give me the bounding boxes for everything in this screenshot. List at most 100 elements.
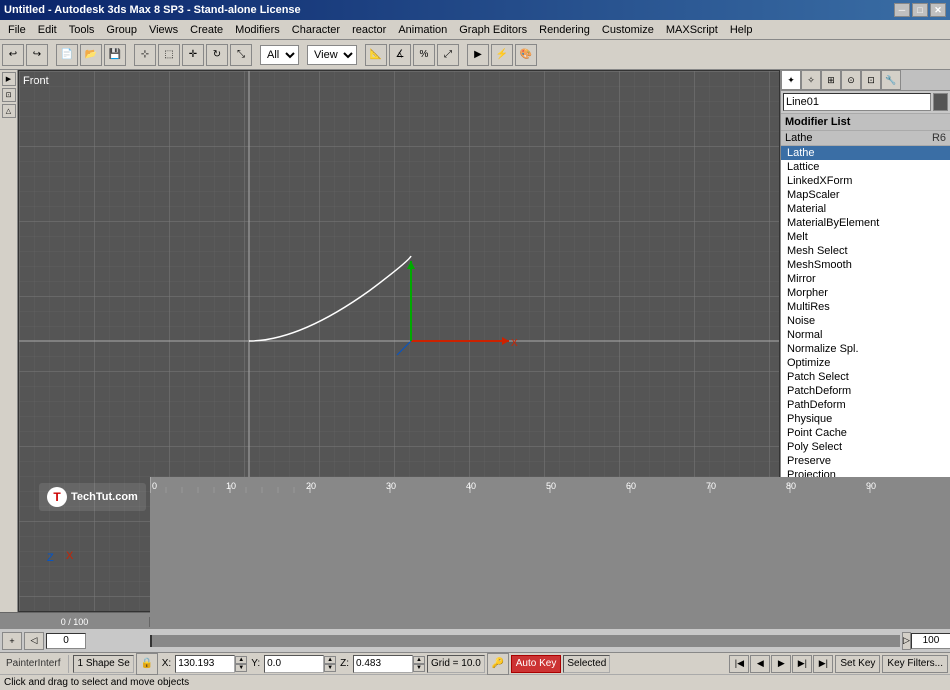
redo-button[interactable]: ↪	[26, 44, 48, 66]
save-button[interactable]: 💾	[104, 44, 126, 66]
modifier-list-item-14[interactable]: Normalize Spl.	[781, 342, 950, 356]
modifier-list-item-6[interactable]: Melt	[781, 230, 950, 244]
x-down[interactable]: ▼	[235, 664, 247, 672]
menu-item-help[interactable]: Help	[724, 22, 759, 38]
filter-select[interactable]: All	[260, 45, 299, 65]
undo-button[interactable]: ↩	[2, 44, 24, 66]
name-input[interactable]	[783, 93, 931, 111]
menu-item-customize[interactable]: Customize	[596, 22, 660, 38]
modifier-list-item-17[interactable]: PatchDeform	[781, 384, 950, 398]
menu-item-maxscript[interactable]: MAXScript	[660, 22, 724, 38]
y-down[interactable]: ▼	[324, 664, 336, 672]
modifier-list-item-5[interactable]: MaterialByElement	[781, 216, 950, 230]
z-down[interactable]: ▼	[413, 664, 425, 672]
angle-snap-button[interactable]: ∡	[389, 44, 411, 66]
view-select[interactable]: View	[307, 45, 357, 65]
next-frame-button[interactable]: ▶|	[792, 655, 812, 673]
ruler-inner[interactable]: 0 10 20 30 40 50 60 70 80 90	[150, 477, 950, 627]
modifier-list-item-10[interactable]: Morpher	[781, 286, 950, 300]
modifier-list-item-15[interactable]: Optimize	[781, 356, 950, 370]
panel-tab-create[interactable]: ✦	[781, 70, 801, 90]
lock-button[interactable]: 🔒	[136, 653, 158, 675]
shape-indicator: 1 Shape Se	[73, 655, 133, 673]
menu-item-reactor[interactable]: reactor	[346, 22, 392, 38]
material-editor-button[interactable]: 🎨	[515, 44, 537, 66]
modifier-list-item-20[interactable]: Point Cache	[781, 426, 950, 440]
modifier-list-item-21[interactable]: Poly Select	[781, 440, 950, 454]
menu-item-character[interactable]: Character	[286, 22, 346, 38]
panel-tab-modify[interactable]: ✧	[801, 70, 821, 90]
sidebar-btn-1[interactable]: ▶	[2, 72, 16, 86]
modifier-list-item-13[interactable]: Normal	[781, 328, 950, 342]
set-key-button[interactable]: Set Key	[835, 655, 880, 673]
play-button[interactable]: ▶	[771, 655, 791, 673]
modifier-list-item-12[interactable]: Noise	[781, 314, 950, 328]
modifier-list-item-8[interactable]: MeshSmooth	[781, 258, 950, 272]
svg-text:20: 20	[306, 481, 316, 491]
autokey-button[interactable]: Auto Key	[511, 655, 562, 673]
modifier-list-item-4[interactable]: Material	[781, 202, 950, 216]
key-icon-button[interactable]: 🔑	[487, 653, 509, 675]
quick-render-button[interactable]: ⚡	[491, 44, 513, 66]
timeline-ruler: 0 / 100 0 10 20 30 40 50 60 70 80 90	[0, 612, 950, 628]
modifier-list-item-0[interactable]: Lathe	[781, 146, 950, 160]
panel-tab-hierarchy[interactable]: ⊞	[821, 70, 841, 90]
sidebar-btn-2[interactable]: ⊡	[2, 88, 16, 102]
timeline-end-input[interactable]	[911, 633, 950, 649]
new-button[interactable]: 📄	[56, 44, 78, 66]
timeline-nav-left[interactable]: ◁	[24, 632, 44, 650]
x-up[interactable]: ▲	[235, 656, 247, 664]
menu-item-edit[interactable]: Edit	[32, 22, 63, 38]
select-region-button[interactable]: ⬚	[158, 44, 180, 66]
open-button[interactable]: 📂	[80, 44, 102, 66]
menu-item-tools[interactable]: Tools	[63, 22, 101, 38]
modifier-list-item-9[interactable]: Mirror	[781, 272, 950, 286]
minimize-button[interactable]: ─	[894, 3, 910, 17]
menu-item-graph-editors[interactable]: Graph Editors	[453, 22, 533, 38]
x-input[interactable]	[175, 655, 235, 673]
percent-snap-button[interactable]: %	[413, 44, 435, 66]
key-filters-button[interactable]: Key Filters...	[882, 655, 948, 673]
scale-button[interactable]: ⤡	[230, 44, 252, 66]
panel-tab-utilities[interactable]: 🔧	[881, 70, 901, 90]
rotate-button[interactable]: ↻	[206, 44, 228, 66]
menu-item-create[interactable]: Create	[184, 22, 229, 38]
modifier-list-item-1[interactable]: Lattice	[781, 160, 950, 174]
modifier-list-item-18[interactable]: PathDeform	[781, 398, 950, 412]
menu-item-animation[interactable]: Animation	[392, 22, 453, 38]
panel-tab-display[interactable]: ⊡	[861, 70, 881, 90]
panel-tab-motion[interactable]: ⊙	[841, 70, 861, 90]
menu-item-file[interactable]: File	[2, 22, 32, 38]
timeline-nav-right[interactable]: ▷	[902, 632, 911, 650]
modifier-list-item-16[interactable]: Patch Select	[781, 370, 950, 384]
snap-button[interactable]: 📐	[365, 44, 387, 66]
spinner-snap-button[interactable]: ⤢	[437, 44, 459, 66]
timeline-frame-input[interactable]	[46, 633, 86, 649]
prev-frame-button[interactable]: ◀	[750, 655, 770, 673]
modifier-list-item-22[interactable]: Preserve	[781, 454, 950, 468]
name-color-button[interactable]	[933, 93, 948, 111]
render-button[interactable]: ▶	[467, 44, 489, 66]
y-up[interactable]: ▲	[324, 656, 336, 664]
y-input[interactable]	[264, 655, 324, 673]
modifier-list-item-19[interactable]: Physique	[781, 412, 950, 426]
select-button[interactable]: ⊹	[134, 44, 156, 66]
modifier-list-item-3[interactable]: MapScaler	[781, 188, 950, 202]
menu-item-rendering[interactable]: Rendering	[533, 22, 596, 38]
timeline-add-key-button[interactable]: +	[2, 632, 22, 650]
move-button[interactable]: ✛	[182, 44, 204, 66]
menu-item-views[interactable]: Views	[143, 22, 184, 38]
modifier-list-item-11[interactable]: MultiRes	[781, 300, 950, 314]
modifier-list-item-7[interactable]: Mesh Select	[781, 244, 950, 258]
go-start-button[interactable]: |◀	[729, 655, 749, 673]
go-end-button[interactable]: ▶|	[813, 655, 833, 673]
z-input[interactable]	[353, 655, 413, 673]
menu-item-group[interactable]: Group	[100, 22, 143, 38]
menu-item-modifiers[interactable]: Modifiers	[229, 22, 286, 38]
timeline-track[interactable]	[150, 635, 900, 647]
sidebar-btn-3[interactable]: △	[2, 104, 16, 118]
z-up[interactable]: ▲	[413, 656, 425, 664]
close-button[interactable]: ✕	[930, 3, 946, 17]
modifier-list-item-2[interactable]: LinkedXForm	[781, 174, 950, 188]
maximize-button[interactable]: □	[912, 3, 928, 17]
